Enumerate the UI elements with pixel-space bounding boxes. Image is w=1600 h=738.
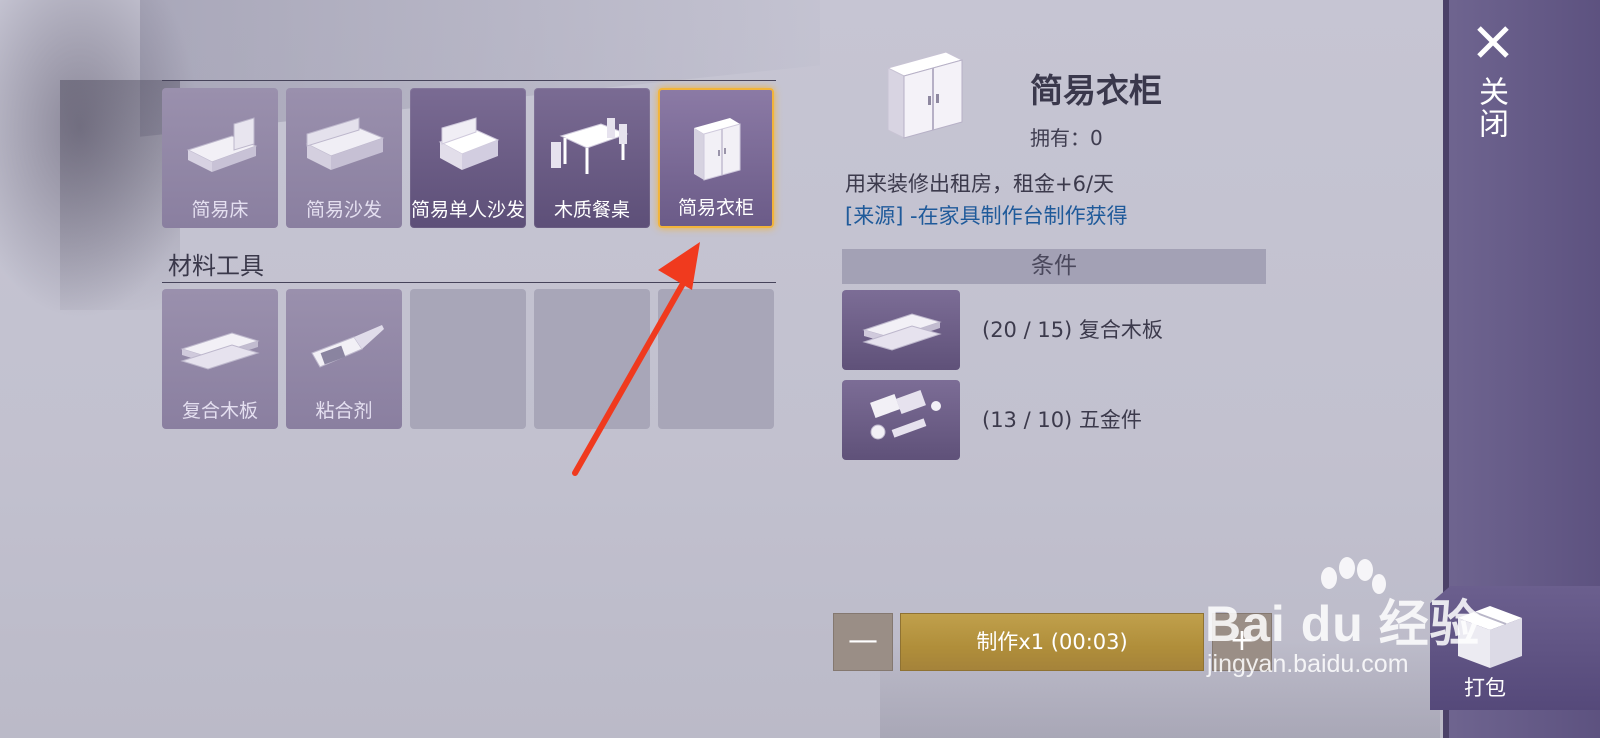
pack-button-label[interactable]: 打包: [1464, 672, 1506, 702]
item-source: [来源] -在家具制作台制作获得: [845, 204, 1128, 228]
condition-icon-hardware: [842, 380, 960, 460]
condition-text: (20 / 15) 复合木板: [982, 318, 1163, 342]
close-icon[interactable]: [1473, 22, 1513, 62]
condition-icon-plank: [842, 290, 960, 370]
close-button-label[interactable]: 关闭: [1473, 76, 1512, 140]
watermark-url: jingyan.baidu.com: [1207, 650, 1409, 678]
item-description: 用来装修出租房，租金+6/天: [845, 172, 1115, 196]
owned-count: 拥有：0: [1030, 126, 1103, 150]
wardrobe-detail-icon: [886, 51, 964, 139]
decrease-quantity-button[interactable]: —: [833, 613, 893, 671]
watermark-brand: Bai du 经验: [1205, 596, 1481, 652]
hardware-icon: [870, 390, 941, 440]
condition-text: (13 / 10) 五金件: [982, 408, 1142, 432]
item-name: 简易衣柜: [1030, 71, 1162, 110]
conditions-header: 条件: [842, 249, 1266, 284]
plank-icon: [862, 313, 942, 351]
craft-button[interactable]: 制作x1 (00:03): [900, 613, 1204, 671]
